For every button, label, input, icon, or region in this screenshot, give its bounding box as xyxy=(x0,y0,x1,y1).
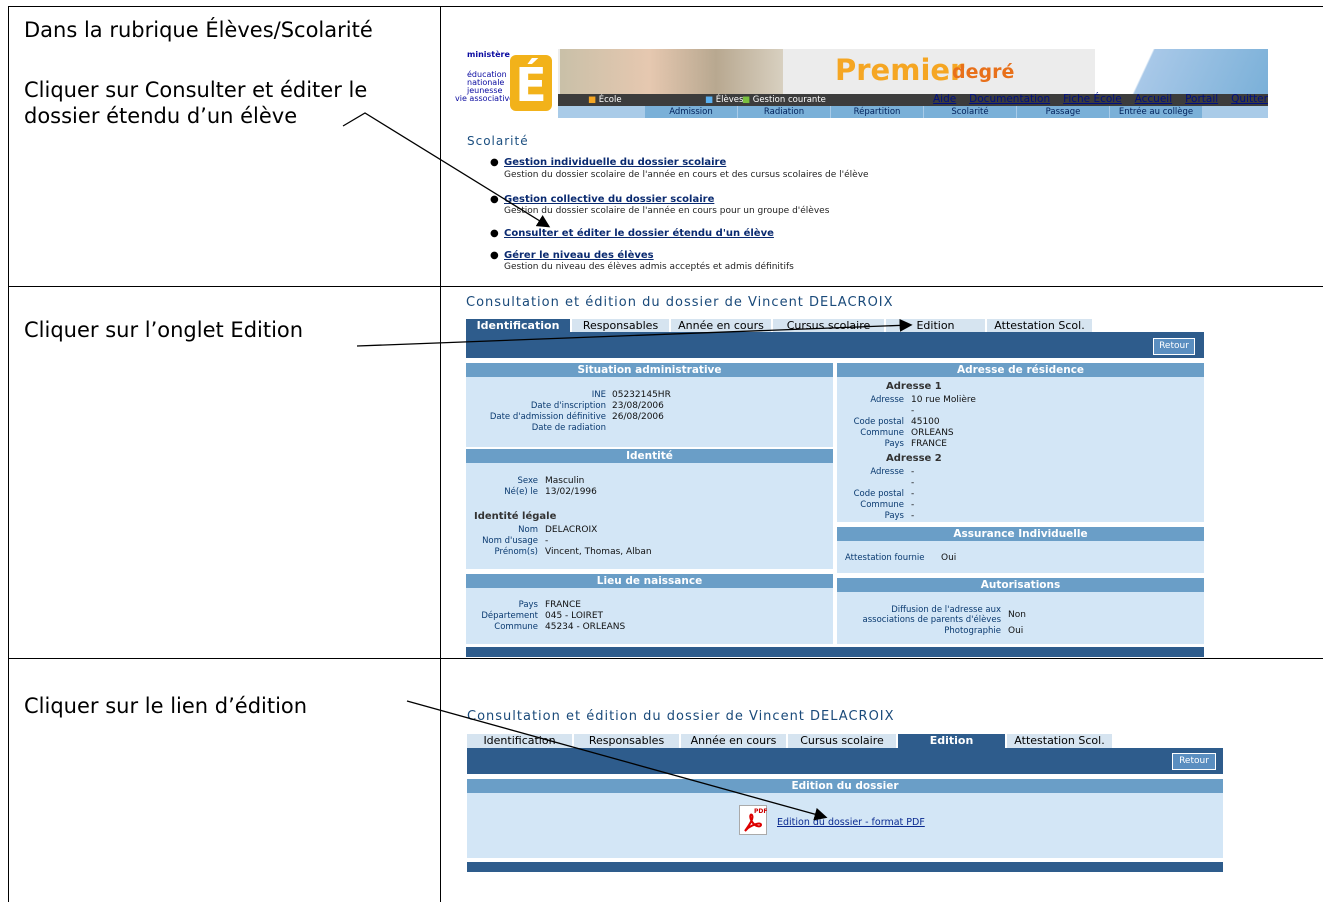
arrow-1 xyxy=(342,112,551,228)
arrow-2 xyxy=(356,318,913,347)
annotation-arrows xyxy=(342,112,913,821)
arrow-3 xyxy=(406,700,828,821)
